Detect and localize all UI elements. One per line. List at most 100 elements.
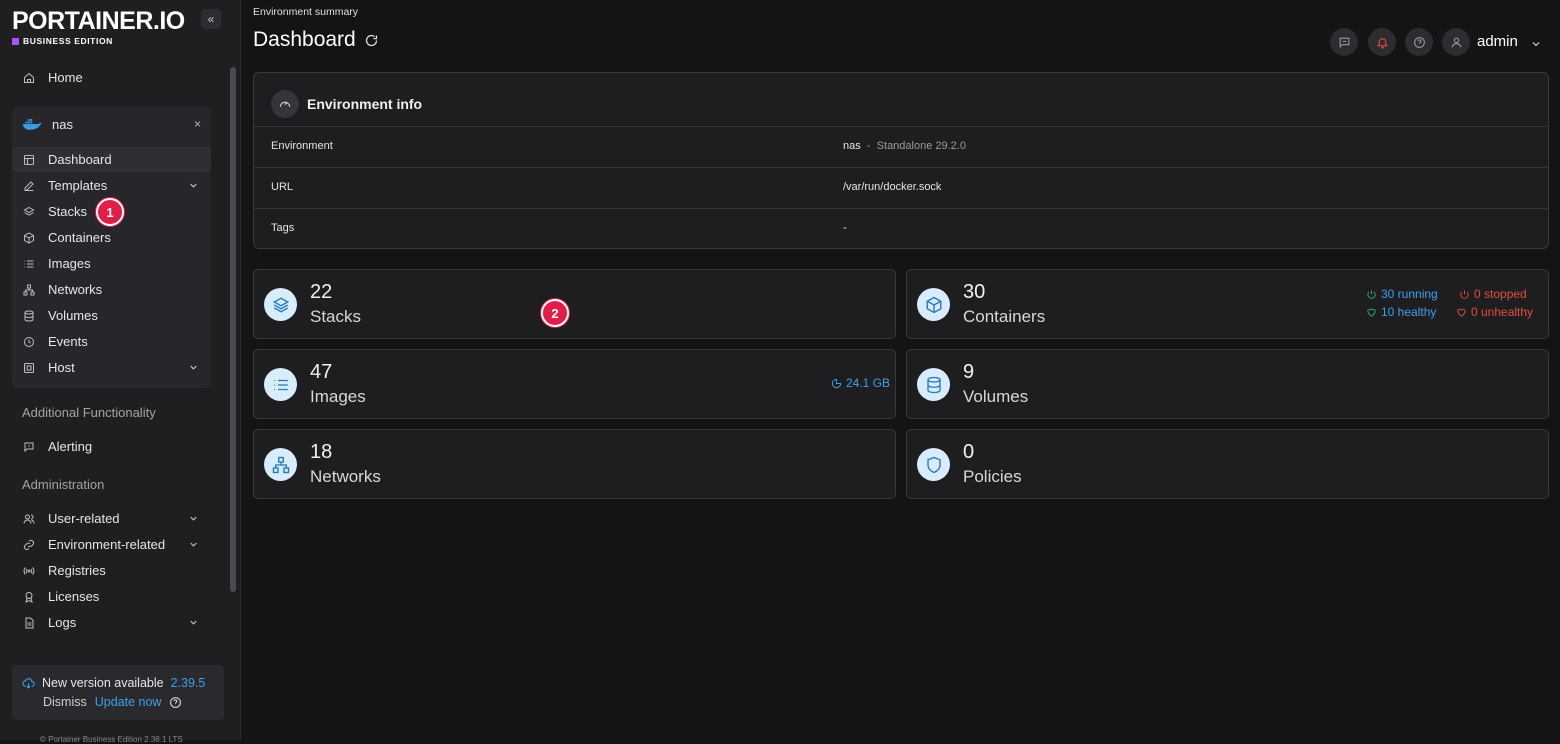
edit-icon — [22, 179, 36, 193]
volumes-card[interactable]: 9 Volumes — [906, 349, 1549, 419]
sidebar-item-user-related[interactable]: User-related — [12, 506, 211, 531]
sidebar-item-home[interactable]: Home — [12, 65, 211, 90]
sidebar-item-label: Templates — [48, 178, 108, 193]
sidebar-item-alerting[interactable]: Alerting — [12, 434, 211, 459]
policies-label: Policies — [963, 467, 1022, 486]
containers-count: 30 — [963, 281, 986, 303]
help-button[interactable] — [1405, 28, 1433, 56]
sidebar-item-registries[interactable]: Registries — [12, 558, 211, 583]
sidebar-item-label: Home — [48, 70, 83, 85]
networks-label: Networks — [310, 467, 381, 486]
update-text: New version available — [42, 676, 164, 690]
box-icon — [22, 231, 36, 245]
list-icon — [264, 368, 297, 401]
environment-info-title: Environment info — [271, 90, 422, 118]
sidebar-item-licenses[interactable]: Licenses — [12, 584, 211, 609]
sidebar-item-label: Stacks — [48, 204, 88, 219]
database-icon — [917, 368, 950, 401]
alert-message-icon — [22, 440, 36, 454]
annotation-badge-2: 2 — [541, 299, 569, 327]
bell-icon — [1376, 37, 1388, 48]
images-card[interactable]: 47 Images 24.1 GB — [253, 349, 896, 419]
edition-square-icon — [12, 37, 19, 45]
chevron-down-icon — [188, 538, 199, 553]
sidebar-scrollbar[interactable] — [230, 67, 236, 592]
stacks-count: 22 — [310, 281, 333, 303]
stacks-card[interactable]: 22 Stacks — [253, 269, 896, 339]
file-text-icon — [22, 616, 36, 630]
sidebar: PORTAINER.IO BUSINESS EDITION « Home nas… — [0, 0, 241, 744]
logo-text: PORTAINER.IO — [12, 7, 185, 35]
message-icon — [1339, 37, 1349, 48]
containers-label: Containers — [963, 307, 1046, 326]
sidebar-item-label: User-related — [48, 511, 120, 526]
chevron-down-icon[interactable] — [1530, 37, 1542, 55]
breadcrumb[interactable]: Environment summary — [253, 6, 358, 18]
sidebar-item-label: Host — [48, 360, 75, 375]
networks-card[interactable]: 18 Networks — [253, 429, 896, 499]
sidebar-item-label: Registries — [48, 563, 106, 578]
annotation-badge-1: 1 — [96, 198, 124, 226]
administration-heading: Administration — [22, 477, 105, 492]
page-title: Dashboard — [253, 28, 379, 52]
close-environment-icon[interactable]: × — [194, 117, 201, 131]
user-avatar[interactable] — [1442, 28, 1470, 56]
sidebar-item-templates[interactable]: Templates — [12, 173, 211, 198]
docker-icon — [22, 119, 41, 130]
env-info-row-url: URL /var/run/docker.sock — [254, 167, 1548, 208]
clock-icon — [22, 335, 36, 349]
server-icon — [22, 361, 36, 375]
healthy-status: 10 healthy — [1366, 305, 1436, 319]
power-icon — [1460, 289, 1469, 299]
heart-icon — [1457, 308, 1466, 317]
help-circle-icon — [1413, 36, 1425, 48]
stacks-label: Stacks — [310, 307, 362, 326]
layers-icon — [264, 288, 297, 321]
unhealthy-count: 0 unhealthy — [1471, 305, 1534, 319]
policies-count: 0 — [963, 441, 975, 463]
portainer-logo[interactable]: PORTAINER.IO BUSINESS EDITION — [12, 8, 185, 46]
env-info-row-tags: Tags - — [254, 208, 1548, 249]
network-icon — [22, 283, 36, 297]
sidebar-item-label: Volumes — [48, 308, 98, 323]
sidebar-item-host[interactable]: Host — [12, 355, 211, 380]
dismiss-button[interactable]: Dismiss — [43, 695, 87, 709]
running-count: 30 running — [1381, 287, 1438, 301]
chevron-down-icon — [188, 361, 199, 376]
notifications-button[interactable] — [1368, 28, 1396, 56]
sidebar-item-logs[interactable]: Logs — [12, 610, 211, 635]
feedback-button[interactable] — [1330, 28, 1358, 56]
running-status: 30 running — [1366, 287, 1438, 301]
containers-card[interactable]: 30 Containers 30 running 0 stopped 10 he… — [906, 269, 1549, 339]
update-now-button[interactable]: Update now — [95, 695, 162, 709]
power-icon — [1367, 289, 1376, 299]
environment-info-panel: Environment info Environment nas - Stand… — [253, 72, 1549, 249]
images-size: 24.1 GB — [831, 376, 890, 390]
sidebar-item-volumes[interactable]: Volumes — [12, 303, 211, 328]
sidebar-item-images[interactable]: Images — [12, 251, 211, 276]
update-notification: New version available 2.39.5 Dismiss Upd… — [12, 665, 224, 720]
help-circle-icon[interactable] — [169, 696, 182, 709]
healthy-count: 10 healthy — [1381, 305, 1437, 319]
users-icon — [22, 512, 36, 526]
sidebar-item-networks[interactable]: Networks — [12, 277, 211, 302]
sidebar-item-events[interactable]: Events — [12, 329, 211, 354]
images-size-value: 24.1 GB — [846, 376, 891, 390]
sidebar-item-label: Logs — [48, 615, 77, 630]
refresh-icon[interactable] — [364, 33, 379, 48]
box-icon — [917, 288, 950, 321]
environment-header: nas × — [12, 110, 211, 138]
collapse-sidebar-button[interactable]: « — [201, 9, 221, 29]
sidebar-item-environment-related[interactable]: Environment-related — [12, 532, 211, 557]
heart-icon — [1367, 308, 1376, 317]
sidebar-item-label: Events — [48, 334, 88, 349]
user-menu-label[interactable]: admin — [1477, 33, 1518, 50]
stopped-status: 0 stopped — [1459, 287, 1527, 301]
shield-icon — [917, 448, 950, 481]
policies-card[interactable]: 0 Policies — [906, 429, 1549, 499]
sidebar-item-dashboard[interactable]: Dashboard — [12, 147, 211, 172]
sidebar-item-label: Images — [48, 256, 91, 271]
chevron-down-icon — [188, 616, 199, 631]
sidebar-item-containers[interactable]: Containers — [12, 225, 211, 250]
update-version[interactable]: 2.39.5 — [171, 676, 206, 690]
